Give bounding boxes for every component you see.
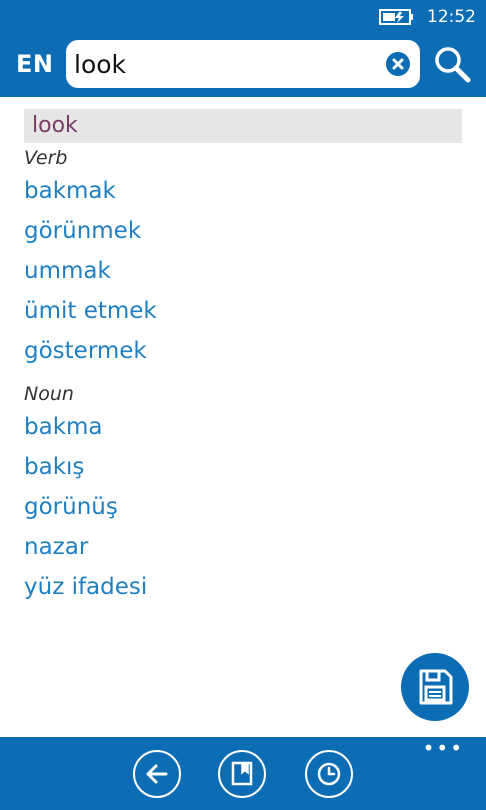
translation-item[interactable]: ummak [24,251,462,291]
search-icon [435,47,471,83]
battery-charging-icon [379,9,413,25]
search-button[interactable] [432,44,472,84]
translation-item[interactable]: bakma [24,407,462,447]
translation-item[interactable]: görünüş [24,487,462,527]
translation-item[interactable]: nazar [24,527,462,567]
status-bar: 12:52 [379,6,476,28]
history-button[interactable] [305,750,353,798]
translation-item[interactable]: yüz ifadesi [24,567,462,607]
language-indicator[interactable]: EN [16,50,53,78]
app-bar: ••• [0,737,486,810]
search-input[interactable] [74,44,374,84]
status-time: 12:52 [427,7,476,27]
top-bar: 12:52 EN [0,0,486,97]
back-button[interactable] [133,750,181,798]
clear-icon [392,58,404,70]
translation-item[interactable]: bakış [24,447,462,487]
history-icon [317,762,341,786]
clear-button[interactable] [386,52,410,76]
translation-item[interactable]: bakmak [24,171,462,211]
bookmark-icon [231,761,253,786]
translation-item[interactable]: göstermek [24,331,462,371]
translation-item[interactable]: görünmek [24,211,462,251]
translation-entry: look Verb bakmak görünmek ummak ümit etm… [24,109,462,607]
translation-item[interactable]: ümit etmek [24,291,462,331]
back-icon [146,764,168,784]
more-options-button[interactable]: ••• [423,738,464,758]
part-of-speech-noun: Noun [24,383,74,405]
save-button[interactable] [401,653,469,721]
save-icon [419,669,453,705]
headword: look [24,109,462,143]
part-of-speech-verb: Verb [24,147,68,169]
bookmark-button[interactable] [218,750,266,798]
search-box [66,40,420,88]
